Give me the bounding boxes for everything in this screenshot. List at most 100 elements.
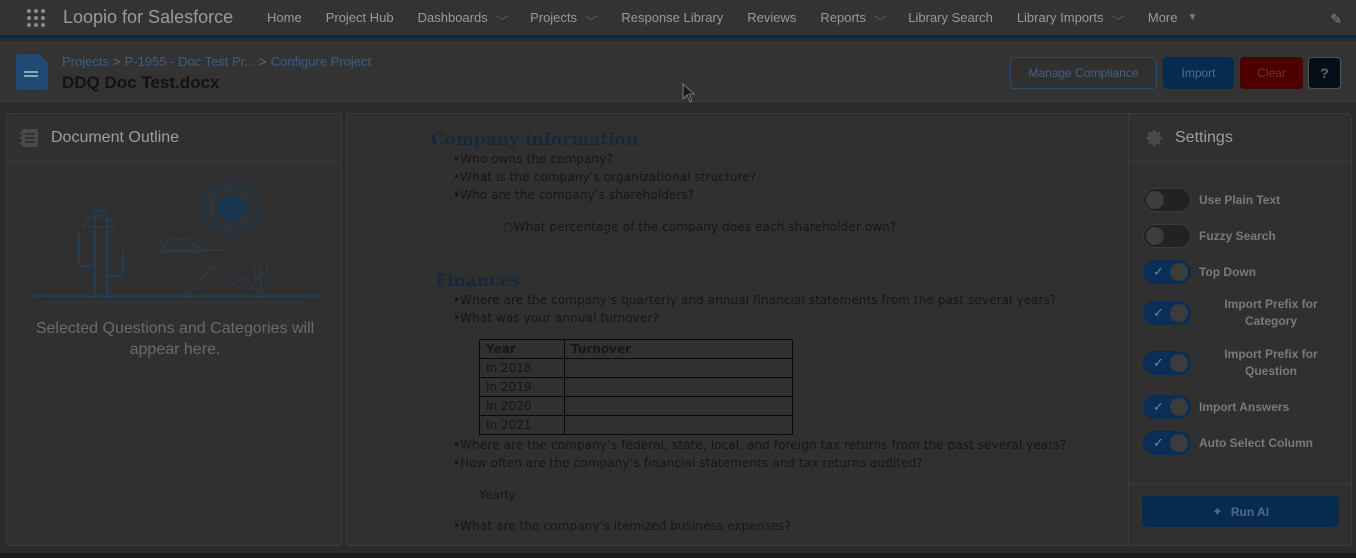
gear-icon <box>1146 129 1163 146</box>
fuzzy-search-toggle[interactable] <box>1143 224 1191 248</box>
nav-library-imports[interactable]: Library Imports ⌵ <box>1016 0 1124 37</box>
chevron-down-icon[interactable]: ⌵ <box>1111 11 1124 24</box>
clear-button[interactable]: Clear <box>1240 57 1303 89</box>
question-text[interactable]: •Who owns the company? <box>453 152 613 166</box>
app-name: Loopio for Salesforce <box>63 7 234 27</box>
chevron-down-icon[interactable]: ⌵ <box>874 11 887 24</box>
edit-nav-pencil-icon[interactable]: ✎ <box>1330 11 1342 28</box>
nav-reviews[interactable]: Reviews <box>747 0 796 37</box>
settings-header: Settings <box>1129 114 1351 162</box>
breadcrumb-separator: > <box>112 54 121 69</box>
setting-auto-select-column: ✓ Auto Select Column <box>1143 431 1343 455</box>
table-header-cell: Year <box>479 339 565 359</box>
check-icon: ✓ <box>1153 399 1164 414</box>
auto-select-column-toggle[interactable]: ✓ <box>1143 431 1191 455</box>
table-row[interactable]: In 2021 <box>479 415 793 435</box>
settings-title: Settings <box>1175 128 1233 146</box>
table-header-cell: Turnover <box>564 339 793 359</box>
use-plain-text-toggle[interactable] <box>1143 188 1191 212</box>
nav-label: More <box>1147 10 1178 25</box>
nav-dashboards[interactable]: Dashboards ⌵ <box>418 0 509 37</box>
check-icon: ✓ <box>1153 305 1164 320</box>
document-icon <box>16 54 48 90</box>
setting-label: Import Prefix for Category <box>1224 297 1318 328</box>
check-icon: ✓ <box>1153 264 1164 279</box>
table-cell: In 2020 <box>479 396 565 416</box>
table-row[interactable]: In 2018 <box>479 358 793 378</box>
question-text[interactable]: •What are the company’s itemized busines… <box>453 519 791 533</box>
table-row[interactable]: In 2019 <box>479 377 793 397</box>
document-outline-panel: Document Outline Selected Questions and … <box>6 113 342 546</box>
setting-import-prefix-category: ✓ Import Prefix for Category <box>1143 296 1343 330</box>
outline-title: Document Outline <box>51 128 180 146</box>
setting-import-prefix-question: ✓ Import Prefix for Question <box>1143 346 1343 380</box>
question-text[interactable]: •How often are the company’s financial s… <box>453 456 923 470</box>
question-text[interactable]: •What was your annual turnover? <box>453 311 659 325</box>
import-answers-toggle[interactable]: ✓ <box>1143 395 1191 419</box>
table-row[interactable]: In 2020 <box>479 396 793 416</box>
global-nav: Loopio for Salesforce Home Project Hub D… <box>0 0 1356 38</box>
run-ai-button[interactable]: ✦ Run AI <box>1142 496 1339 527</box>
setting-top-down: ✓ Top Down <box>1143 260 1343 284</box>
table-cell <box>564 396 793 416</box>
run-ai-label: Run AI <box>1230 504 1270 519</box>
setting-label: Import Answers <box>1199 400 1290 414</box>
question-text[interactable]: •Who are the company’s shareholders? <box>453 188 694 202</box>
nav-label: Library Imports <box>1016 10 1104 25</box>
outline-header: Document Outline <box>7 114 341 162</box>
question-text[interactable]: •Where are the company’s quarterly and a… <box>453 293 1056 307</box>
caret-down-icon[interactable]: ▼ <box>1187 12 1197 23</box>
nav-home[interactable]: Home <box>267 0 302 37</box>
breadcrumb-project[interactable]: P-1955 - Doc Test Pr... <box>125 54 256 69</box>
check-icon: ✓ <box>1153 355 1164 370</box>
app-launcher-icon[interactable] <box>25 7 47 29</box>
import-prefix-question-toggle[interactable]: ✓ <box>1143 351 1191 375</box>
nav-label: Projects <box>530 10 578 25</box>
setting-label: Import Prefix for Question <box>1224 347 1318 378</box>
sparkle-icon: ✦ <box>1211 503 1223 519</box>
answer-text[interactable]: Yearly <box>479 488 515 502</box>
nav-reports[interactable]: Reports ⌵ <box>820 0 887 37</box>
page-bottom-edge <box>0 553 1356 558</box>
outline-book-icon <box>20 128 38 147</box>
nav-response-library[interactable]: Response Library <box>621 0 723 37</box>
table-cell: In 2021 <box>479 415 565 435</box>
chevron-down-icon[interactable]: ⌵ <box>496 11 509 24</box>
settings-panel: Settings Use Plain Text Fuzzy Search ✓ T… <box>1128 113 1353 546</box>
nav-label: Reviews <box>747 10 797 25</box>
import-button[interactable]: Import <box>1163 57 1234 89</box>
nav-projects[interactable]: Projects ⌵ <box>530 0 598 37</box>
breadcrumb: Projects > P-1955 - Doc Test Pr... > Configu… <box>62 54 371 69</box>
setting-import-answers: ✓ Import Answers <box>1143 395 1343 419</box>
turnover-table[interactable]: Year Turnover In 2018 In 2019 In 2020 In… <box>479 339 793 435</box>
section-heading[interactable]: Finances <box>435 271 520 291</box>
check-icon: ✓ <box>1153 435 1164 450</box>
breadcrumb-projects[interactable]: Projects <box>62 54 109 69</box>
breadcrumb-separator: > <box>259 54 267 69</box>
top-down-toggle[interactable]: ✓ <box>1143 260 1191 284</box>
desert-illustration <box>29 179 325 303</box>
table-cell <box>564 377 793 397</box>
document-preview[interactable]: Company information •Who owns the compan… <box>346 113 1140 546</box>
chevron-down-icon[interactable]: ⌵ <box>585 11 598 24</box>
setting-use-plain-text: Use Plain Text <box>1143 188 1343 212</box>
nav-project-hub[interactable]: Project Hub <box>326 0 394 37</box>
sub-question-text[interactable]: ○What percentage of the company does eac… <box>503 220 896 234</box>
breadcrumb-configure-project[interactable]: Configure Project <box>271 54 371 69</box>
nav-label: Home <box>267 10 302 25</box>
mouse-cursor-icon <box>682 83 696 103</box>
nav-label: Reports <box>820 10 866 25</box>
import-prefix-category-toggle[interactable]: ✓ <box>1143 301 1191 325</box>
table-cell <box>564 358 793 378</box>
nav-label: Project Hub <box>325 10 394 25</box>
setting-label: Use Plain Text <box>1199 193 1281 207</box>
section-heading[interactable]: Company information <box>431 130 638 150</box>
table-header-row: Year Turnover <box>479 339 793 359</box>
manage-compliance-button[interactable]: Manage Compliance <box>1010 57 1157 89</box>
question-text[interactable]: •Where are the company’s federal, state,… <box>453 438 1066 452</box>
nav-library-search[interactable]: Library Search <box>908 0 993 37</box>
nav-more[interactable]: More ▼ <box>1148 0 1198 37</box>
help-button[interactable]: ? <box>1308 57 1341 89</box>
setting-fuzzy-search: Fuzzy Search <box>1143 224 1343 248</box>
question-text[interactable]: •What is the company’s organizational st… <box>453 170 756 184</box>
